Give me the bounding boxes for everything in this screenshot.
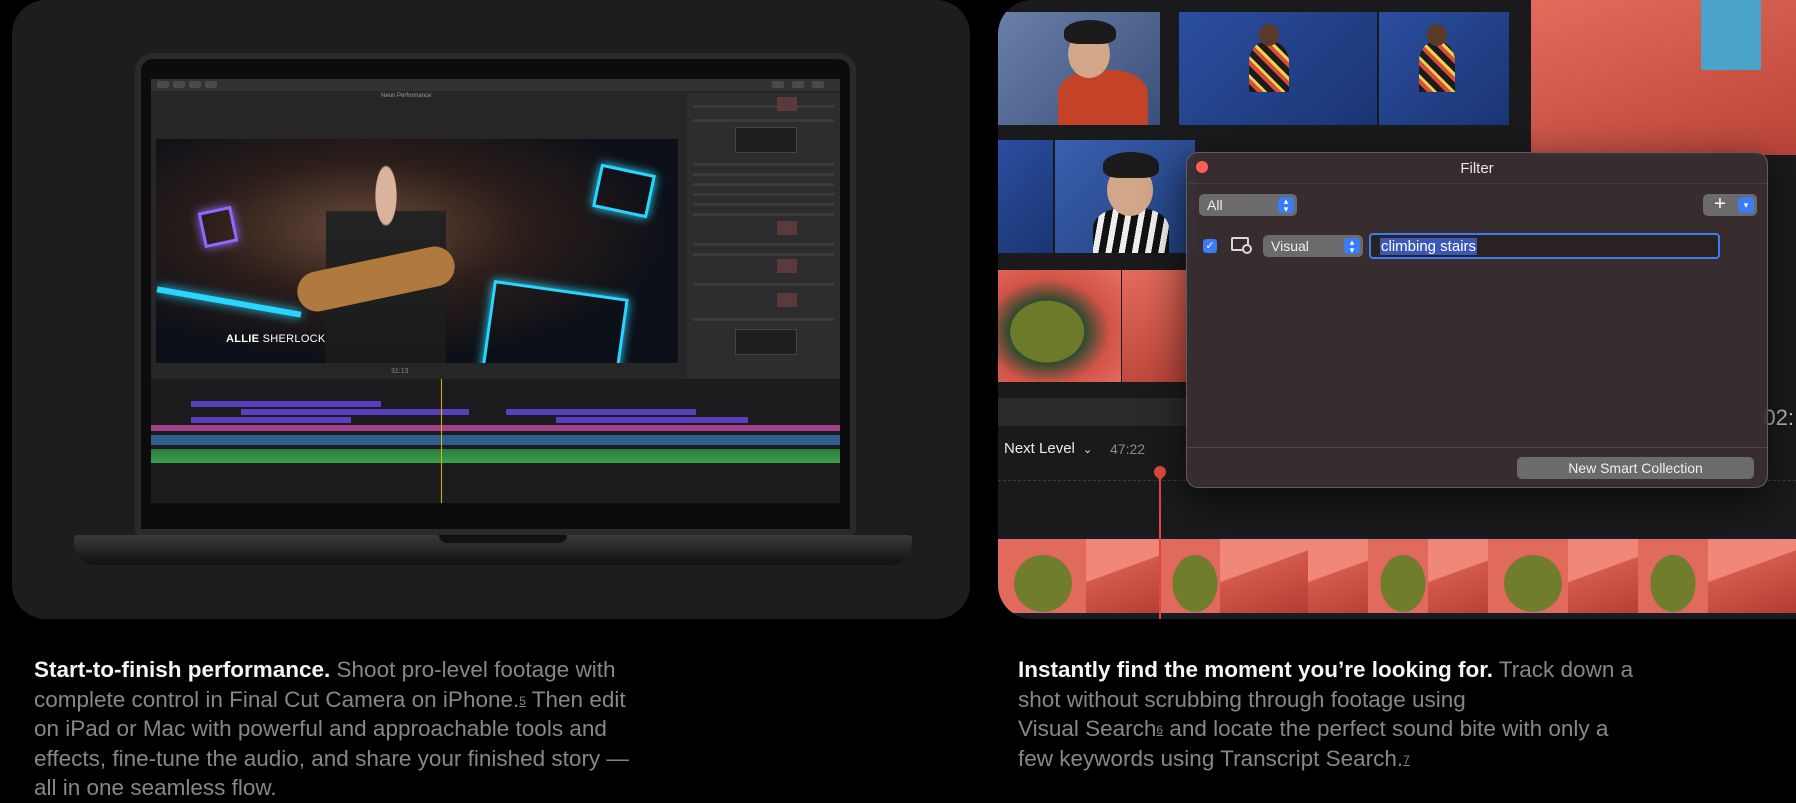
project-name-menu[interactable]: Next Level ⌄ — [1004, 440, 1092, 457]
neon-line — [156, 286, 302, 318]
inspector-thumbnail[interactable] — [777, 259, 797, 273]
lower-third-first-name: ALLIE — [226, 333, 260, 345]
visual-search-card: Next Level ⌄ 47:22 02: Filter All ▴ ▾ + ▾… — [998, 0, 1796, 619]
inspector-text-field[interactable] — [735, 329, 797, 355]
dialog-footer: New Smart Collection — [1187, 447, 1767, 487]
video-viewer[interactable]: ALLIE SHERLOCK — [156, 139, 678, 363]
project-duration: 47:22 — [1110, 441, 1146, 457]
title-clip[interactable] — [191, 401, 381, 407]
browser-clip-thumbnail[interactable] — [1379, 12, 1509, 125]
stepper-icon: ▴ ▾ — [1344, 238, 1360, 255]
final-cut-laptop-card: Neon Performance ALLIE SHERLOCK 31:13 — [12, 0, 970, 619]
caption-text: few keywords using Transcript Search. — [1018, 745, 1404, 771]
toolbar-icon[interactable] — [205, 81, 217, 88]
footnote-link[interactable]: 7 — [1403, 753, 1410, 767]
toolbar-icon[interactable] — [157, 81, 169, 88]
toolbar-icon[interactable] — [772, 81, 784, 88]
footnote-link[interactable]: 6 — [1156, 723, 1163, 737]
lower-third-title: ALLIE SHERLOCK — [226, 333, 326, 345]
caption-left: Start-to-finish performance. Shoot pro-l… — [34, 655, 734, 803]
neon-frame — [592, 163, 656, 219]
caption-text: complete control in Final Cut Camera on … — [34, 686, 520, 712]
toolbar-icon[interactable] — [792, 81, 804, 88]
browser-clip-thumbnail[interactable] — [1055, 140, 1195, 253]
add-rule-button[interactable]: + ▾ — [1703, 193, 1757, 216]
match-select-value: All — [1207, 197, 1223, 213]
stepper-icon: ▴ ▾ — [1278, 197, 1294, 214]
project-name: Next Level — [1004, 440, 1075, 457]
viewer-timecode: 31:13 — [391, 368, 409, 375]
title-clip[interactable] — [241, 409, 469, 415]
viewer-header: Neon Performance — [151, 91, 679, 101]
caption-headline: Instantly find the moment you’re looking… — [1018, 657, 1494, 682]
lower-third-last-name: SHERLOCK — [262, 333, 326, 345]
caption-text: Visual Search — [1018, 716, 1157, 741]
title-clip[interactable] — [556, 417, 748, 423]
app-toolbar — [151, 79, 840, 91]
filter-dialog: Filter All ▴ ▾ + ▾ ✓ Visual ▴ ▾ climbing s… — [1186, 152, 1768, 488]
caption-text: and locate the perfect sound bite with o… — [1163, 716, 1609, 741]
toolbar-icon[interactable] — [812, 81, 824, 88]
inspector-thumbnail[interactable] — [777, 293, 797, 307]
inspector-thumbnail[interactable] — [777, 97, 797, 111]
rule-type-value: Visual — [1271, 238, 1309, 254]
match-select[interactable]: All ▴ ▾ — [1199, 194, 1297, 216]
video-track[interactable] — [151, 425, 840, 431]
browser-clip-thumbnail[interactable] — [1531, 0, 1796, 155]
footnote-link[interactable]: 5 — [519, 694, 526, 708]
rule-enabled-checkbox[interactable]: ✓ — [1203, 239, 1217, 253]
toolbar-icon[interactable] — [189, 81, 201, 88]
caption-text: effects, fine-tune the audio, and share … — [34, 745, 629, 771]
timeline[interactable] — [151, 379, 840, 503]
rule-type-select[interactable]: Visual ▴ ▾ — [1263, 235, 1363, 257]
timeline-playhead[interactable] — [1159, 470, 1161, 619]
caption-text: Track down a — [1493, 657, 1634, 682]
caption-text: on iPad or Mac with powerful and approac… — [34, 716, 607, 741]
neon-frame — [197, 205, 239, 249]
dialog-title: Filter — [1460, 160, 1494, 177]
audio-track[interactable] — [151, 449, 840, 463]
caption-headline: Start-to-finish performance. — [34, 657, 331, 682]
title-clip[interactable] — [506, 409, 696, 415]
visual-search-input[interactable]: climbing stairs — [1369, 233, 1720, 259]
neon-frame — [479, 280, 629, 363]
inspector-text-field[interactable] — [735, 127, 797, 153]
browser-clip-thumbnail[interactable] — [1179, 12, 1377, 125]
laptop-base — [74, 535, 912, 565]
viewer-title: Neon Performance — [381, 93, 432, 99]
caption-text: shot without scrubbing through footage u… — [1018, 686, 1466, 712]
search-query-text: climbing stairs — [1380, 238, 1478, 255]
caption-text: Then edit — [525, 686, 626, 712]
plus-icon: + — [1714, 193, 1726, 215]
chevron-down-icon: ▾ — [1738, 197, 1754, 213]
browser-clip-thumbnail[interactable] — [998, 140, 1053, 253]
browser-clip-thumbnail[interactable] — [998, 270, 1121, 382]
new-smart-collection-button[interactable]: New Smart Collection — [1517, 457, 1754, 479]
inspector-panel — [687, 93, 840, 379]
title-clip[interactable] — [191, 417, 351, 423]
chevron-down-icon: ⌄ — [1083, 444, 1093, 456]
browser-gap — [998, 398, 1193, 426]
caption-text: all in one seamless flow. — [34, 775, 277, 800]
laptop-notch — [439, 535, 567, 543]
final-cut-pro-window: Neon Performance ALLIE SHERLOCK 31:13 — [151, 79, 840, 503]
inspector-thumbnail[interactable] — [777, 221, 797, 235]
toolbar-icon[interactable] — [173, 81, 185, 88]
timeline-playhead[interactable] — [441, 379, 442, 503]
caption-text: Shoot pro-level footage with — [330, 657, 616, 682]
video-track[interactable] — [151, 435, 840, 445]
laptop-screen: Neon Performance ALLIE SHERLOCK 31:13 — [135, 53, 856, 535]
caption-right: Instantly find the moment you’re looking… — [1018, 655, 1718, 773]
dialog-title-bar: Filter — [1187, 153, 1767, 184]
filmstrip-clip[interactable] — [998, 537, 1796, 615]
browser-clip-thumbnail[interactable] — [1122, 270, 1186, 382]
visual-search-icon — [1231, 237, 1252, 254]
browser-clip-thumbnail[interactable] — [998, 12, 1160, 125]
viewer-footer: 31:13 — [151, 367, 679, 379]
